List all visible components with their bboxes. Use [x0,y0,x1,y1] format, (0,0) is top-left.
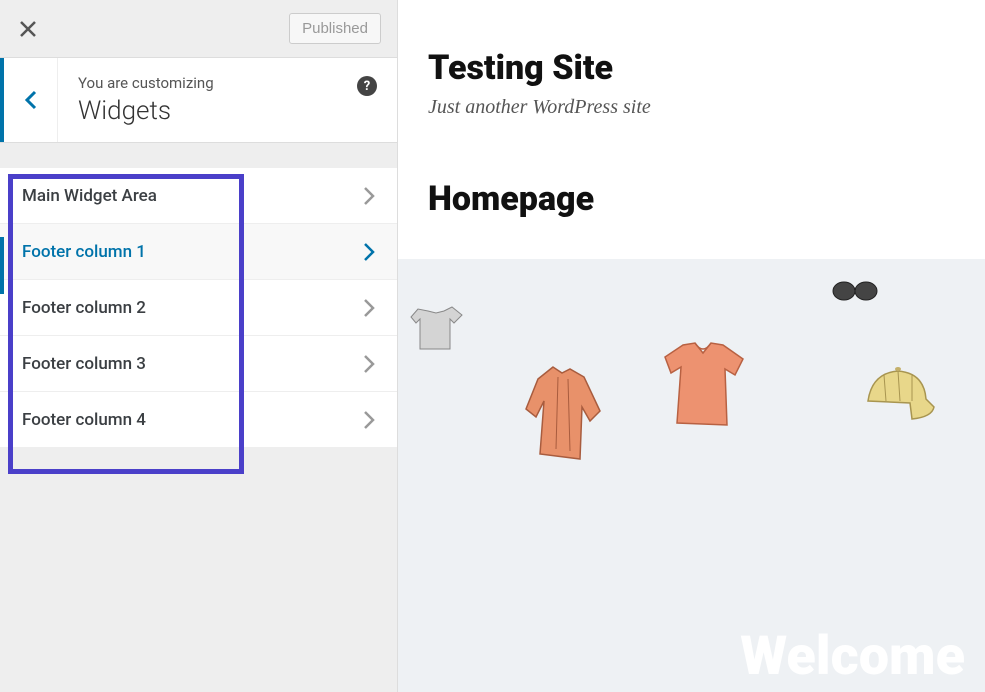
widget-area-label: Footer column 3 [22,354,146,374]
chevron-right-icon [363,298,375,318]
published-button[interactable]: Published [289,13,381,44]
cap-illustration [854,359,940,431]
widget-area-main[interactable]: Main Widget Area [0,167,397,224]
chevron-right-icon [363,242,375,262]
panel-title: Widgets [78,96,377,126]
widget-area-label: Footer column 4 [22,410,146,430]
widget-area-footer-2[interactable]: Footer column 2 [0,279,397,336]
panel-subtitle: You are customizing [78,74,377,92]
widget-area-footer-3[interactable]: Footer column 3 [0,335,397,392]
hero-section: Welcome [398,259,985,692]
back-button[interactable] [0,58,58,142]
close-icon [19,20,37,38]
site-title: Testing Site [428,48,955,88]
chevron-right-icon [363,186,375,206]
widget-area-list: Main Widget Area Footer column 1 Footer … [0,143,397,447]
panel-header: You are customizing Widgets ? [0,58,397,143]
sunglasses-illustration [830,277,880,305]
chevron-left-icon [24,89,38,111]
top-bar: Published [0,0,397,58]
page-heading: Homepage [398,179,985,259]
site-preview: Testing Site Just another WordPress site… [398,0,985,692]
site-tagline: Just another WordPress site [428,96,955,119]
widget-area-label: Footer column 1 [22,242,146,262]
tshirt-gray-illustration [406,299,470,359]
customizer-sidebar: Published You are customizing Widgets ? … [0,0,398,692]
widget-area-footer-1[interactable]: Footer column 1 [0,223,397,280]
active-indicator [0,237,4,294]
jacket-illustration [518,359,608,469]
panel-header-content: You are customizing Widgets ? [58,58,397,142]
hero-welcome-text: Welcome [740,625,965,688]
close-button[interactable] [16,17,40,41]
widget-area-footer-4[interactable]: Footer column 4 [0,391,397,448]
help-icon: ? [364,79,370,94]
widget-area-label: Footer column 2 [22,298,146,318]
widget-area-label: Main Widget Area [22,186,157,206]
chevron-right-icon [363,354,375,374]
help-button[interactable]: ? [357,76,377,96]
site-header: Testing Site Just another WordPress site [398,0,985,179]
chevron-right-icon [363,410,375,430]
tshirt-orange-illustration [653,335,753,435]
